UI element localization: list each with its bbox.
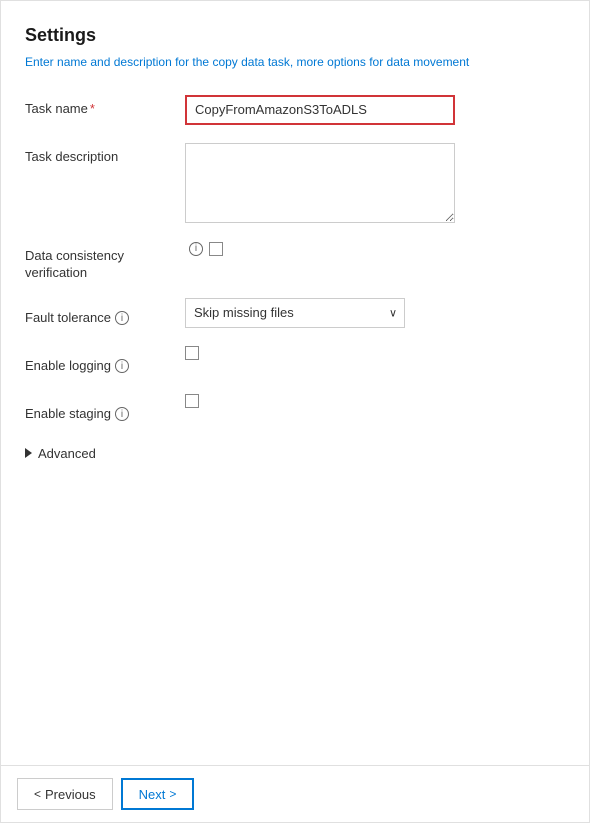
task-description-label: Task description xyxy=(25,143,185,166)
fault-tolerance-control: Skip missing files None Skip incompatibl… xyxy=(185,298,565,328)
fault-tolerance-info-icon[interactable]: i xyxy=(115,311,129,325)
task-name-control xyxy=(185,95,565,125)
page-title: Settings xyxy=(25,25,565,46)
enable-staging-row: Enable staging i xyxy=(25,394,565,426)
data-consistency-checkbox[interactable] xyxy=(209,242,223,256)
footer: Previous Next xyxy=(1,765,589,822)
fault-tolerance-select[interactable]: Skip missing files None Skip incompatibl… xyxy=(185,298,405,328)
enable-logging-label-container: Enable logging i xyxy=(25,346,185,375)
enable-logging-row: Enable logging i xyxy=(25,346,565,378)
data-consistency-label: Data consistency verification xyxy=(25,242,185,282)
task-description-row: Task description xyxy=(25,143,565,226)
enable-staging-label: Enable staging xyxy=(25,406,111,423)
fault-tolerance-label: Fault tolerance xyxy=(25,310,111,327)
fault-tolerance-label-container: Fault tolerance i xyxy=(25,298,185,327)
enable-staging-checkbox[interactable] xyxy=(185,394,199,408)
task-description-input[interactable] xyxy=(185,143,455,223)
enable-logging-checkbox[interactable] xyxy=(185,346,199,360)
next-button[interactable]: Next xyxy=(121,778,195,810)
enable-staging-info-icon[interactable]: i xyxy=(115,407,129,421)
task-description-control xyxy=(185,143,565,226)
fault-tolerance-select-wrapper: Skip missing files None Skip incompatibl… xyxy=(185,298,405,328)
advanced-section[interactable]: Advanced xyxy=(25,442,565,465)
data-consistency-control: i xyxy=(185,242,565,256)
data-consistency-row: Data consistency verification i xyxy=(25,242,565,282)
advanced-arrow-icon xyxy=(25,448,32,458)
advanced-label: Advanced xyxy=(38,446,96,461)
task-name-label: Task name* xyxy=(25,95,185,118)
enable-logging-control xyxy=(185,346,565,360)
enable-logging-label: Enable logging xyxy=(25,358,111,375)
enable-staging-control xyxy=(185,394,565,408)
page-subtitle: Enter name and description for the copy … xyxy=(25,54,565,71)
enable-logging-info-icon[interactable]: i xyxy=(115,359,129,373)
data-consistency-info-icon[interactable]: i xyxy=(189,242,203,256)
fault-tolerance-row: Fault tolerance i Skip missing files Non… xyxy=(25,298,565,330)
task-name-input[interactable] xyxy=(185,95,455,125)
task-name-row: Task name* xyxy=(25,95,565,127)
enable-staging-label-container: Enable staging i xyxy=(25,394,185,423)
previous-button[interactable]: Previous xyxy=(17,778,113,810)
